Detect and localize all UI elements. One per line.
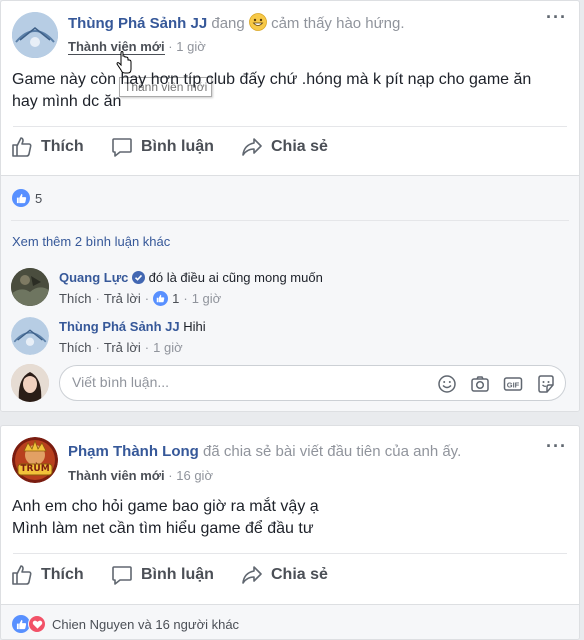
gif-icon[interactable]: GIF	[503, 374, 523, 394]
like-button[interactable]: Thích	[11, 564, 84, 586]
comment-like-count[interactable]: 1	[172, 291, 179, 306]
avatar-image	[12, 12, 58, 58]
cursor-icon	[115, 50, 133, 80]
post-text: Anh em cho hỏi game bao giờ ra mắt vậy ạ…	[12, 496, 563, 540]
svg-text:GIF: GIF	[507, 381, 520, 390]
post-card: Thùng Phá Sảnh JJ đang cảm thấy hào hứng…	[0, 0, 580, 412]
comment-like-link[interactable]: Thích	[59, 291, 92, 306]
love-icon	[28, 615, 46, 633]
comments-section: 5 Xem thêm 2 bình luận khác Quang Lực đó…	[1, 175, 579, 411]
divider	[11, 220, 569, 221]
timestamp[interactable]: 1 giờ	[176, 39, 206, 54]
author-name[interactable]: Thùng Phá Sảnh JJ	[68, 15, 207, 32]
comment-icon	[112, 566, 132, 585]
comment-label: Bình luận	[141, 566, 214, 583]
share-label: Chia sẻ	[271, 138, 328, 155]
separator-dot: ·	[168, 39, 173, 54]
author-line: Thùng Phá Sảnh JJ đang cảm thấy hào hứng…	[68, 13, 405, 35]
grin-emoji-icon	[249, 13, 267, 35]
author-subline: Thành viên mới · 16 giờ	[68, 468, 213, 483]
separator-dot: ·	[168, 468, 173, 483]
post-actions: Thích Bình luận Chia sẻ	[11, 564, 569, 594]
reaction-summary[interactable]: 5	[12, 189, 42, 207]
like-icon	[153, 291, 169, 306]
commenter-name[interactable]: Thùng Phá Sảnh JJ	[59, 319, 180, 334]
share-button[interactable]: Chia sẻ	[241, 564, 328, 586]
share-button[interactable]: Chia sẻ	[241, 136, 328, 158]
camera-icon[interactable]	[470, 374, 490, 394]
like-label: Thích	[41, 138, 84, 155]
avatar-image	[11, 317, 49, 355]
comment-icon	[112, 138, 132, 157]
commenter-avatar[interactable]	[11, 268, 49, 306]
activity-text: đã chia sẻ bài viết đầu tiên của anh ấy.	[203, 443, 462, 460]
member-role[interactable]: Thành viên mới	[68, 468, 165, 483]
post-text-line: Game này còn hay hơn típ club đấy chứ .h…	[12, 71, 532, 88]
commenter-avatar[interactable]	[11, 317, 49, 355]
avatar-image	[11, 364, 49, 402]
author-line: Phạm Thành Long đã chia sẻ bài viết đầu …	[68, 443, 461, 460]
author-avatar[interactable]: TRÙM	[12, 437, 58, 483]
share-icon	[242, 566, 262, 584]
post-text-line: Mình làm net cần tìm hiểu game để đầu tư	[12, 520, 314, 537]
comment-time[interactable]: 1 giờ	[192, 291, 222, 306]
like-button[interactable]: Thích	[11, 136, 84, 158]
comment-body: Quang Lực đó là điều ai cũng mong muốn	[59, 270, 323, 287]
commenter-name[interactable]: Quang Lực	[59, 270, 128, 285]
more-icon[interactable]: ···	[546, 7, 567, 28]
like-icon	[12, 565, 32, 585]
reactions-section: Chien Nguyen và 16 người khác	[1, 604, 579, 639]
comment-time[interactable]: 1 giờ	[153, 340, 183, 355]
like-icon	[12, 189, 30, 207]
reaction-summary[interactable]: Chien Nguyen và 16 người khác	[12, 615, 239, 633]
sticker-icon[interactable]	[536, 374, 556, 394]
divider	[13, 553, 567, 554]
comment-like-link[interactable]: Thích	[59, 340, 92, 355]
comment-reply-link[interactable]: Trả lời	[104, 340, 141, 355]
post-text-line: Anh em cho hỏi game bao giờ ra mắt vậy ạ	[12, 498, 319, 515]
comment-item: Thùng Phá Sảnh JJ Hihi Thích · Trả lời ·…	[11, 317, 569, 357]
reaction-count: 5	[35, 190, 43, 206]
post-text-line: hay mình dc ăn	[12, 93, 122, 110]
like-label: Thích	[41, 566, 84, 583]
avatar-text: TRÙM	[20, 464, 50, 474]
more-icon[interactable]: ···	[546, 436, 567, 457]
current-user-avatar	[11, 364, 49, 402]
author-avatar[interactable]	[12, 12, 58, 58]
timestamp[interactable]: 16 giờ	[176, 468, 213, 483]
comment-meta: Thích · Trả lời · 1 · 1 giờ	[59, 291, 222, 306]
activity-text-post: cảm thấy hào hứng.	[271, 15, 405, 32]
avatar-image	[11, 268, 49, 306]
comment-input[interactable]	[72, 374, 432, 390]
author-subline: Thành viên mới · 1 giờ	[68, 39, 206, 55]
like-icon	[12, 137, 32, 157]
comment-label: Bình luận	[141, 138, 214, 155]
reactors-text: Chien Nguyen và 16 người khác	[52, 616, 240, 632]
emoji-icon[interactable]	[437, 374, 457, 394]
comment-meta: Thích · Trả lời · 1 giờ	[59, 340, 183, 355]
activity-text-pre: đang	[211, 15, 245, 32]
divider	[13, 126, 567, 127]
comment-reply-link[interactable]: Trả lời	[104, 291, 141, 306]
comment-button[interactable]: Bình luận	[111, 564, 214, 586]
view-more-comments[interactable]: Xem thêm 2 bình luận khác	[12, 234, 170, 249]
post-actions: Thích Bình luận Chia sẻ	[11, 136, 569, 166]
comment-button[interactable]: Bình luận	[111, 136, 214, 158]
verified-badge-icon	[132, 271, 145, 287]
comment-text: Hihi	[183, 319, 206, 334]
post-text: Game này còn hay hơn típ club đấy chứ .h…	[12, 69, 563, 113]
comment-input-box: GIF	[59, 365, 566, 401]
post-card: TRÙM Phạm Thành Long đã chia sẻ bài viết…	[0, 425, 580, 640]
share-label: Chia sẻ	[271, 566, 328, 583]
author-name[interactable]: Phạm Thành Long	[68, 443, 199, 460]
avatar-image	[12, 437, 58, 483]
comment-body: Thùng Phá Sảnh JJ Hihi	[59, 319, 206, 334]
comment-text: đó là điều ai cũng mong muốn	[148, 270, 323, 285]
share-icon	[242, 138, 262, 156]
comment-item: Quang Lực đó là điều ai cũng mong muốn T…	[11, 268, 569, 308]
